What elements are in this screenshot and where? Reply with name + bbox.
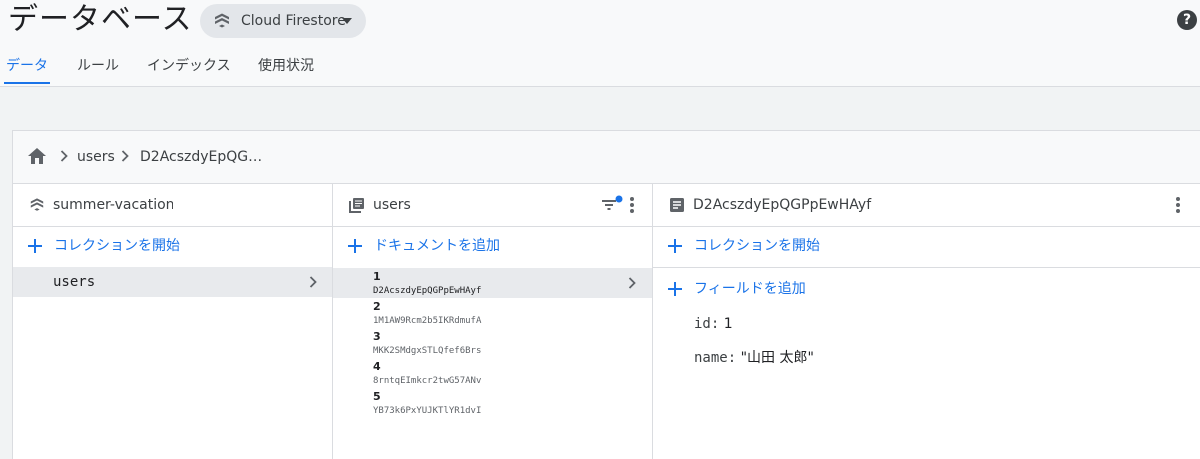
document-id: 1M1AW9Rcm2b5IKRdmufA	[373, 316, 482, 326]
start-collection-button[interactable]: コレクションを開始	[13, 226, 332, 266]
start-collection-label: コレクションを開始	[54, 238, 180, 254]
document-id: MKK2SMdgxSTLQfef6Brs	[373, 346, 482, 356]
console-header: データベース Cloud Firestore ? データ ルール インデックス …	[0, 0, 1200, 87]
plus-icon	[668, 282, 682, 296]
collection-name: users	[53, 274, 96, 290]
add-document-label: ドキュメントを追加	[374, 238, 500, 254]
database-selector[interactable]: Cloud Firestore	[200, 4, 366, 38]
database-selector-label: Cloud Firestore	[241, 13, 346, 29]
page-title: データベース	[8, 2, 193, 37]
breadcrumb-item-document[interactable]: D2AcszdyEpQG…	[140, 131, 262, 183]
chevron-right-icon	[628, 277, 636, 289]
field-value: "山田 太郎"	[740, 350, 814, 366]
more-vert-icon[interactable]	[1175, 196, 1181, 214]
document-item[interactable]: 4 8rntqEImkcr2twG57ANv	[373, 360, 481, 388]
chevron-right-icon	[60, 150, 68, 162]
add-document-button[interactable]: ドキュメントを追加	[333, 226, 652, 266]
document-column: D2AcszdyEpQGPpEwHAyf コレクションを開始 フィールドを追加 …	[653, 184, 1200, 459]
document-title: D2AcszdyEpQGPpEwHAyf	[693, 197, 872, 213]
breadcrumb-item-users[interactable]: users	[77, 131, 115, 183]
field-value: 1	[723, 316, 733, 332]
root-column: summer-vacation- コレクションを開始 users	[13, 184, 333, 459]
collection-column-header: users	[333, 184, 652, 227]
document-item[interactable]: 2 1M1AW9Rcm2b5IKRdmufA	[373, 300, 481, 328]
filter-icon[interactable]	[601, 195, 625, 215]
start-subcollection-button[interactable]: コレクションを開始	[653, 226, 1200, 266]
project-name: summer-vacation-	[53, 197, 180, 213]
collection-title: users	[373, 197, 411, 213]
document-number: 4	[373, 360, 381, 373]
document-id: D2AcszdyEpQGPpEwHAyf	[373, 286, 482, 296]
collection-column: users ドキュメントを追加 1 D2AcszdyEpQGPpEwHAyf 2…	[333, 184, 653, 459]
document-column-header: D2AcszdyEpQGPpEwHAyf	[653, 184, 1200, 227]
root-column-header: summer-vacation-	[13, 184, 332, 227]
firestore-icon	[30, 198, 44, 211]
field-row[interactable]: name: "山田 太郎"	[694, 347, 814, 367]
chevron-right-icon	[309, 276, 317, 288]
add-field-label: フィールドを追加	[694, 281, 806, 297]
collection-icon	[349, 198, 364, 213]
document-icon	[670, 198, 684, 212]
field-row[interactable]: id: 1	[694, 316, 733, 332]
tab-indexes[interactable]: インデックス	[147, 48, 231, 84]
tab-rules[interactable]: ルール	[77, 48, 119, 84]
document-item[interactable]: 5 YB73k6PxYUJKTlYR1dvI	[373, 390, 481, 418]
firestore-icon	[215, 13, 229, 28]
document-number: 3	[373, 330, 381, 343]
document-item[interactable]: 3 MKK2SMdgxSTLQfef6Brs	[373, 330, 481, 358]
field-key: id:	[694, 316, 720, 332]
more-vert-icon[interactable]	[629, 196, 635, 214]
document-number: 2	[373, 300, 381, 313]
home-icon[interactable]	[27, 147, 47, 165]
plus-icon	[668, 239, 682, 253]
document-id: YB73k6PxYUJKTlYR1dvI	[373, 406, 482, 416]
document-id: 8rntqEImkcr2twG57ANv	[373, 376, 482, 386]
start-subcollection-label: コレクションを開始	[694, 238, 820, 254]
document-item[interactable]: 1 D2AcszdyEpQGPpEwHAyf	[373, 270, 481, 298]
tab-usage[interactable]: 使用状況	[258, 48, 314, 84]
redacted-area	[173, 192, 239, 218]
plus-icon	[348, 239, 362, 253]
data-viewer-panel: users D2AcszdyEpQG… summer-vacation- コレク…	[12, 130, 1200, 459]
breadcrumb: users D2AcszdyEpQG…	[13, 131, 1200, 184]
collection-item-users[interactable]: users	[13, 267, 332, 297]
plus-icon	[28, 239, 42, 253]
divider	[653, 267, 1200, 268]
caret-down-icon	[342, 18, 352, 24]
chevron-right-icon	[121, 150, 129, 162]
active-tab-indicator	[4, 82, 50, 84]
tab-data[interactable]: データ	[6, 48, 48, 84]
document-number: 5	[373, 390, 381, 403]
help-icon[interactable]: ?	[1177, 10, 1197, 30]
field-key: name:	[694, 350, 737, 366]
add-field-button[interactable]: フィールドを追加	[653, 269, 1200, 309]
document-number: 1	[373, 270, 381, 283]
